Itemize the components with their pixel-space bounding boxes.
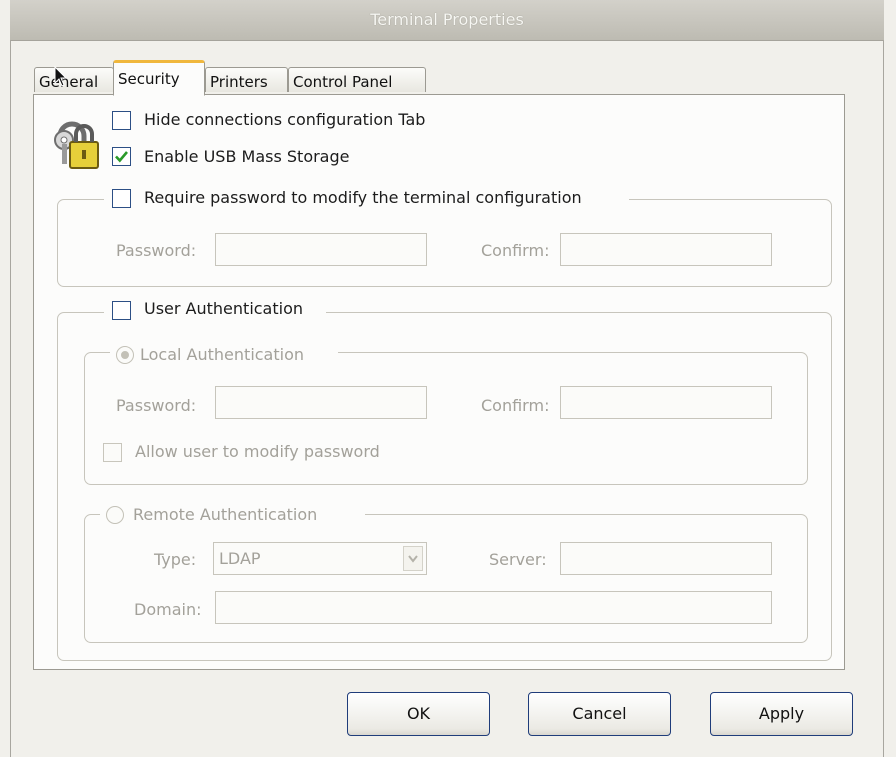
password-label: Password:	[116, 241, 197, 260]
ok-button[interactable]: OK	[347, 692, 490, 736]
checkmark-icon	[115, 151, 128, 163]
password-field[interactable]	[215, 233, 427, 266]
tab-control-panel[interactable]: Control Panel	[288, 67, 426, 92]
chevron-down-icon[interactable]	[403, 546, 423, 571]
title-bar[interactable]: Terminal Properties	[10, 0, 884, 41]
window-border-left	[10, 40, 11, 757]
require-password-label: Require password to modify the terminal …	[144, 188, 582, 207]
lock-icon	[54, 121, 99, 169]
enable-usb-storage-checkbox[interactable]	[112, 147, 131, 166]
hide-connections-tab-checkbox[interactable]	[112, 111, 131, 130]
local-authentication-label: Local Authentication	[140, 345, 305, 364]
apply-button[interactable]: Apply	[710, 692, 853, 736]
local-confirm-label: Confirm:	[481, 396, 550, 415]
tab-general[interactable]: General	[34, 67, 114, 92]
allow-modify-password-label: Allow user to modify password	[135, 442, 380, 461]
mouse-cursor-icon	[54, 66, 68, 87]
window-title: Terminal Properties	[370, 10, 524, 29]
user-authentication-label: User Authentication	[144, 299, 304, 318]
local-confirm-field[interactable]	[560, 386, 772, 419]
hide-connections-tab-label: Hide connections configuration Tab	[144, 110, 426, 129]
user-authentication-checkbox[interactable]	[112, 301, 131, 320]
remote-authentication-label: Remote Authentication	[133, 505, 318, 524]
local-password-label: Password:	[116, 396, 197, 415]
enable-usb-storage-label: Enable USB Mass Storage	[144, 147, 350, 166]
local-authentication-radio[interactable]	[116, 346, 134, 364]
tab-security[interactable]: Security	[113, 60, 205, 96]
allow-modify-password-checkbox[interactable]	[103, 443, 122, 462]
confirm-label: Confirm:	[481, 241, 550, 260]
type-value: LDAP	[219, 549, 261, 568]
server-field[interactable]	[560, 542, 772, 575]
remote-authentication-radio[interactable]	[106, 506, 124, 524]
type-label: Type:	[154, 550, 197, 569]
require-password-checkbox[interactable]	[112, 189, 131, 208]
confirm-field[interactable]	[560, 233, 772, 266]
server-label: Server:	[489, 550, 547, 569]
tab-printers[interactable]: Printers	[205, 67, 288, 92]
type-dropdown[interactable]: LDAP	[213, 542, 427, 575]
window-border-right	[883, 40, 884, 757]
cancel-button[interactable]: Cancel	[528, 692, 671, 736]
domain-field[interactable]	[215, 591, 772, 624]
domain-label: Domain:	[134, 600, 202, 619]
local-password-field[interactable]	[215, 386, 427, 419]
